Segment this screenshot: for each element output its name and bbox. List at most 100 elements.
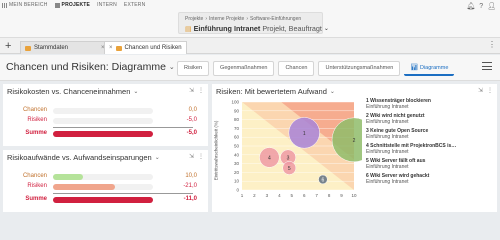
- bar-row-summe: Summe -5,0: [7, 129, 202, 139]
- legend-subtitle: Einführung Intranet: [366, 164, 409, 170]
- widget-title[interactable]: Risikoaufwände vs. Aufwandseinsparungen …: [7, 153, 160, 162]
- widget-risiken-aufwand: Risiken: Mit bewertetem Aufwand ⌄ ⇲ ⋮ Ei…: [212, 84, 497, 212]
- x-tick-label: 7: [315, 193, 318, 198]
- tab-gegenmassnahmen[interactable]: Gegenmaßnahmen: [213, 61, 275, 76]
- user-icon[interactable]: 👤︎: [487, 3, 496, 10]
- grid-icon: [54, 2, 60, 8]
- widget-risikoaufwaende: Risikoaufwände vs. Aufwandseinsparungen …: [3, 150, 208, 212]
- legend-item[interactable]: 5 Wiki Server fällt oft aus Einführung I…: [366, 158, 484, 170]
- project-name: Einführung Intranet: [193, 24, 261, 33]
- widget-title[interactable]: Risikokosten vs. Chanceneinnahmen ⌄: [7, 87, 138, 96]
- bubble-label: 2: [353, 138, 356, 144]
- x-tick-label: 1: [241, 193, 244, 198]
- breadcrumb-item[interactable]: Projekte: [185, 16, 203, 22]
- page-header: Chancen und Risiken: Diagramme ⌄ Risiken…: [0, 55, 500, 81]
- project-status: Projekt, Beauftragt: [262, 24, 322, 33]
- x-tick-label: 2: [253, 193, 256, 198]
- project-selector[interactable]: Projekte › Interne Projekte › Software-Einfü…: [178, 12, 329, 34]
- settings-sliders-icon[interactable]: [482, 62, 492, 70]
- bar-value: -5,0: [186, 117, 197, 123]
- more-icon[interactable]: ⋮: [198, 153, 204, 160]
- legend-subtitle: Einführung Intranet: [366, 134, 409, 140]
- bar-label: Chancen: [22, 107, 47, 113]
- more-icon[interactable]: ⋮: [198, 87, 204, 94]
- legend-subtitle: Einführung Intranet: [366, 179, 409, 185]
- bar-track: [53, 107, 153, 114]
- breadcrumb-item[interactable]: Interne Projekte: [209, 16, 244, 22]
- top-icons: 🔔︎ ? 👤︎: [466, 3, 496, 10]
- bar-fill: [53, 173, 83, 180]
- export-icon[interactable]: ⇲: [189, 87, 194, 94]
- bar-value: -5,0: [186, 130, 197, 136]
- tab-chancen[interactable]: Chancen: [278, 61, 315, 76]
- project-icon: ▤: [185, 25, 192, 33]
- bar-row-risiken: Risiken -21,0: [7, 182, 202, 192]
- more-icon[interactable]: ⋮: [488, 40, 496, 49]
- legend-item[interactable]: 4 Schnittstelle mit ProjektronBCS is… Ei…: [366, 143, 484, 155]
- bubble-label: 3: [287, 155, 290, 161]
- bell-icon[interactable]: 🔔︎: [466, 3, 475, 10]
- widget-title-text: Risikoaufwände vs. Aufwandseinsparungen: [7, 153, 152, 162]
- tab-stammdaten[interactable]: Stammdaten ×: [20, 41, 110, 54]
- bar-fill: [53, 196, 153, 203]
- legend-subtitle: Einführung Intranet: [366, 104, 409, 110]
- nav-mein-bereich[interactable]: MEIN BEREICH: [2, 2, 48, 8]
- y-tick-label: 80: [234, 117, 240, 122]
- tab-unterstuetzungsmassnahmen[interactable]: Unterstützungsmaßnahmen: [318, 61, 401, 76]
- divider: [53, 193, 193, 194]
- x-tick-label: 6: [303, 193, 306, 198]
- nav-projekte[interactable]: PROJEKTE: [54, 2, 91, 8]
- scatter-chart: Eintrittswahrscheinlichkeit (%) 0 10 20 30 4…: [212, 98, 377, 204]
- legend-item[interactable]: 6 Wiki Server wird gehackt Einführung In…: [366, 173, 484, 185]
- folder-icon: [25, 45, 31, 51]
- bar-row-chancen: Chancen 10,0: [7, 172, 202, 182]
- bar-fill: [53, 183, 115, 190]
- legend-item[interactable]: 3 Keine gute Open Source Einführung Intr…: [366, 128, 484, 140]
- nav-extern[interactable]: EXTERN: [124, 2, 145, 8]
- tab-label: Stammdaten: [34, 45, 69, 51]
- tab-diagramme-label: Diagramme: [419, 64, 449, 71]
- bar-track: [53, 183, 153, 190]
- chevron-down-icon[interactable]: ⌄: [324, 25, 329, 32]
- legend-item[interactable]: 1 Wissensträger blockieren Einführung In…: [366, 98, 484, 110]
- widget-risikokosten: Risikokosten vs. Chanceneinnahmen ⌄ ⇲ ⋮ …: [3, 84, 208, 146]
- top-bar: MEIN BEREICH PROJEKTE INTERN EXTERN Proj…: [0, 0, 500, 38]
- nav-intern[interactable]: INTERN: [97, 2, 117, 8]
- x-tick-label: 3: [266, 193, 269, 198]
- export-icon[interactable]: ⇲: [478, 87, 483, 94]
- tab-chancen-und-risiken[interactable]: × Chancen und Risiken: [104, 41, 187, 54]
- y-tick-label: 50: [234, 144, 240, 149]
- bar-track: [53, 173, 153, 180]
- close-icon[interactable]: ×: [109, 45, 113, 51]
- bar-value: 0,0: [188, 107, 197, 113]
- help-icon[interactable]: ?: [479, 3, 483, 10]
- bar-label: Risiken: [27, 117, 47, 123]
- breadcrumb: Projekte › Interne Projekte › Software-Einfü…: [185, 16, 302, 22]
- scatter-svg: 0 10 20 30 40 50 60 70 80 90 100 1 2 3 4 5 6 7 8 9 10 1 2 3 4 5 6: [231, 100, 377, 198]
- tab-strip: + Stammdaten × × Chancen und Risiken ⋮: [0, 38, 500, 54]
- new-tab-button[interactable]: +: [5, 38, 11, 54]
- widget-actions: ⇲ ⋮: [189, 153, 204, 160]
- chevron-down-icon: ⌄: [168, 64, 175, 71]
- widget-actions: ⇲ ⋮: [478, 87, 493, 94]
- x-tick-label: 10: [351, 193, 357, 198]
- nav-projekte-label: PROJEKTE: [61, 2, 91, 8]
- nav-intern-label: INTERN: [97, 2, 117, 8]
- widget-title-text: Risikokosten vs. Chanceneinnahmen: [7, 87, 131, 96]
- tab-risiken[interactable]: Risiken: [177, 61, 210, 76]
- more-icon[interactable]: ⋮: [487, 87, 493, 94]
- bar-row-chancen: Chancen 0,0: [7, 106, 202, 116]
- export-icon[interactable]: ⇲: [189, 153, 194, 160]
- x-tick-label: 4: [278, 193, 281, 198]
- bar-track: [53, 196, 153, 203]
- bar-value: -11,0: [183, 196, 197, 202]
- breadcrumb-item[interactable]: Software-Einführungen: [250, 16, 301, 22]
- page-title[interactable]: Chancen und Risiken: Diagramme ⌄: [6, 61, 175, 73]
- widget-title[interactable]: Risiken: Mit bewertetem Aufwand ⌄: [216, 87, 335, 96]
- tab-diagramme[interactable]: 📊︎ Diagramme: [404, 61, 455, 76]
- chevron-down-icon: ⌄: [133, 89, 139, 95]
- bar-label: Summe: [25, 130, 47, 136]
- bar-track: [53, 130, 153, 137]
- legend-item[interactable]: 2 Wiki wird nicht genutzt Einführung Int…: [366, 113, 484, 125]
- widget-actions: ⇲ ⋮: [189, 87, 204, 94]
